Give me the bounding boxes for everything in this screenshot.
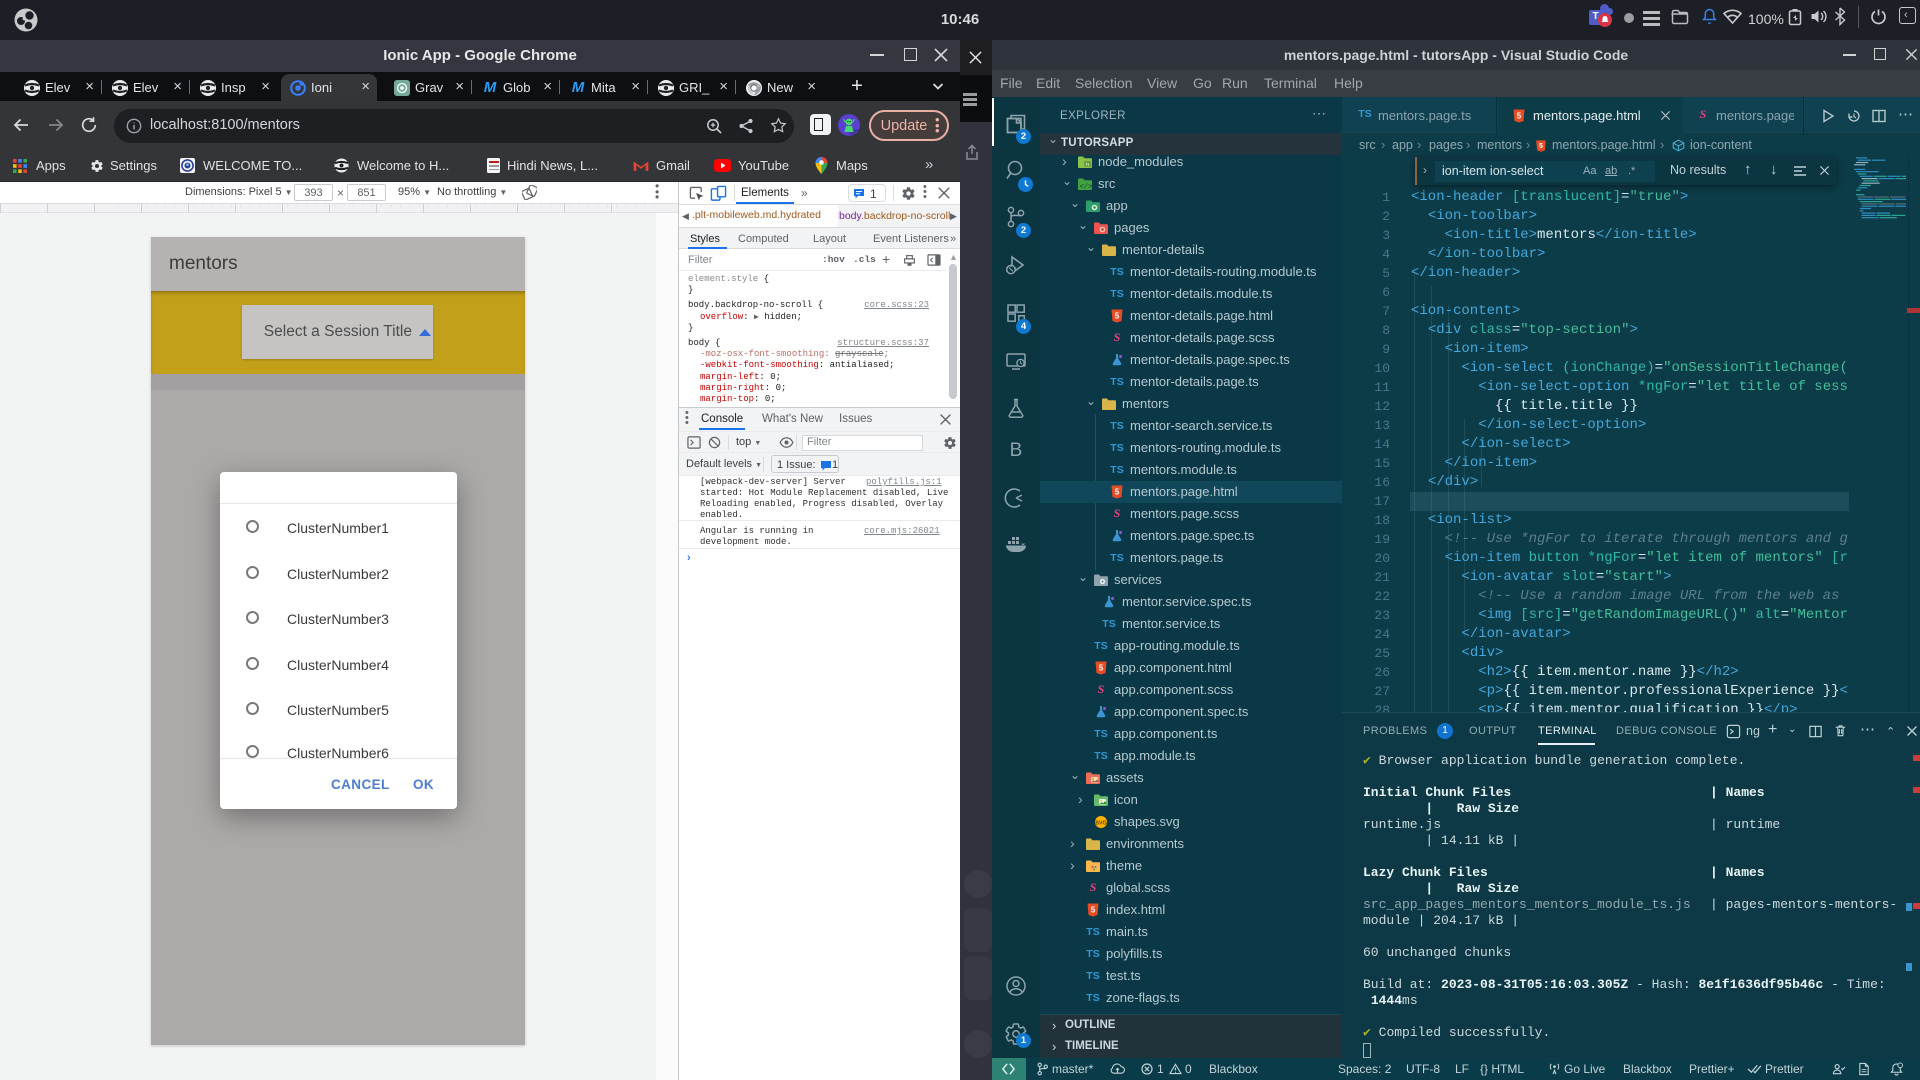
svg-text:5: 5 xyxy=(1517,112,1522,121)
svg-text:SVG: SVG xyxy=(1095,820,1107,826)
svg-text:</>: </> xyxy=(1080,183,1093,191)
svg-text:5: 5 xyxy=(1091,905,1096,914)
svg-text:5: 5 xyxy=(1099,663,1104,672)
svg-text:5: 5 xyxy=(1115,487,1120,496)
svg-text:5: 5 xyxy=(1539,143,1543,150)
svg-text:n: n xyxy=(1086,162,1089,168)
svg-text:5: 5 xyxy=(1115,311,1120,320)
